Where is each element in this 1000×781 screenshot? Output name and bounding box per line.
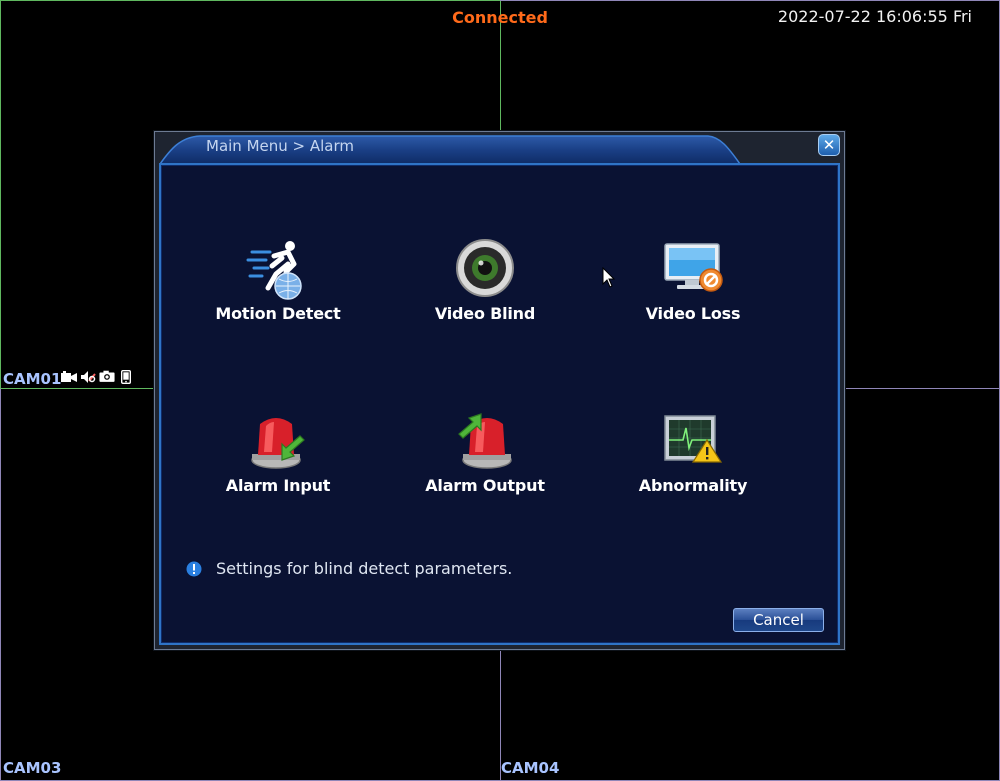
menu-label: Video Loss <box>645 304 741 323</box>
camera-label-cam01: CAM01 <box>3 370 62 388</box>
close-icon: ✕ <box>822 136 836 154</box>
breadcrumb: Main Menu > Alarm <box>206 137 355 155</box>
snapshot-icon <box>99 369 115 384</box>
video-loss-button[interactable]: Video Loss <box>598 238 788 323</box>
alarm-input-button[interactable]: Alarm Input <box>183 410 373 495</box>
menu-label: Motion Detect <box>215 304 341 323</box>
menu-label: Alarm Output <box>425 476 545 495</box>
video-loss-icon <box>664 243 723 292</box>
alarm-output-button[interactable]: Alarm Output <box>390 410 580 495</box>
alarm-input-icon <box>251 418 305 469</box>
video-camera-icon <box>61 369 77 384</box>
audio-muted-icon <box>80 369 96 384</box>
hint-row: Settings for blind detect parameters. <box>186 559 512 578</box>
motion-detect-icon <box>246 241 302 300</box>
menu-label: Video Blind <box>434 304 536 323</box>
cancel-button[interactable]: Cancel <box>733 608 824 632</box>
close-button[interactable]: ✕ <box>818 134 840 156</box>
video-blind-button[interactable]: Video Blind <box>390 238 580 323</box>
abnormality-icon <box>664 415 723 463</box>
hint-text: Settings for blind detect parameters. <box>216 559 513 578</box>
motion-detect-button[interactable]: Motion Detect <box>183 238 373 323</box>
camera-label-cam03: CAM03 <box>3 759 62 777</box>
info-icon <box>186 561 202 576</box>
datetime-display: 2022-07-22 16:06:55 Fri <box>777 7 972 26</box>
cam01-status-icons <box>61 369 134 384</box>
menu-label: Alarm Input <box>225 476 331 495</box>
video-blind-icon <box>456 239 514 297</box>
camera-label-cam04: CAM04 <box>501 759 560 777</box>
menu-label: Abnormality <box>638 476 748 495</box>
alarm-output-icon <box>458 413 512 469</box>
abnormality-button[interactable]: Abnormality <box>598 410 788 495</box>
mouse-cursor-icon <box>602 267 616 288</box>
phone-icon <box>118 369 134 384</box>
